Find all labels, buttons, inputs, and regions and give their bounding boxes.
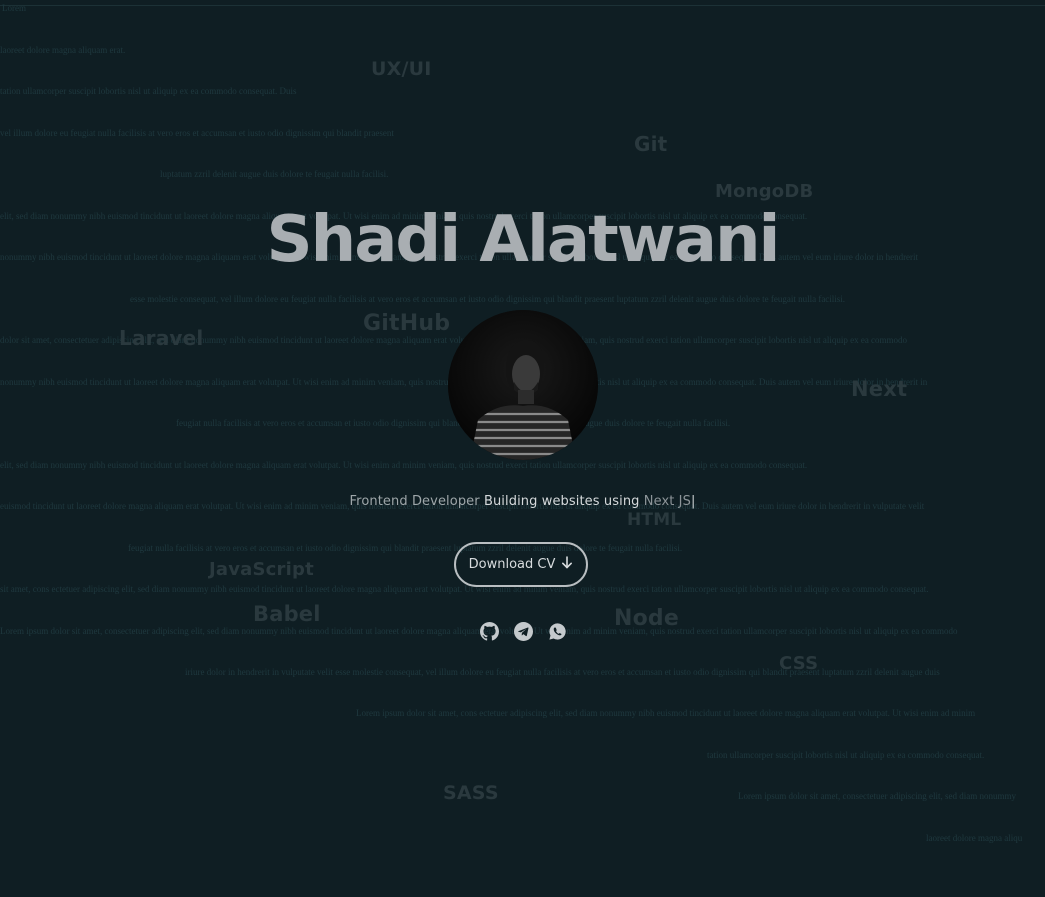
bg-lorem-line: feugiat nulla facilisis at vero eros et … xyxy=(176,418,731,428)
tech-word-css: CSS xyxy=(779,653,819,674)
github-icon[interactable] xyxy=(479,621,499,641)
tagline-typed-tech: Next JS xyxy=(643,494,691,509)
bg-lorem-line: laoreet dolore magna aliqu xyxy=(926,833,1023,843)
typing-cursor: | xyxy=(690,494,696,509)
tagline-role: Frontend Developer xyxy=(349,494,480,509)
telegram-icon[interactable] xyxy=(513,621,533,641)
bg-lorem-line: esse molestie consequat, vel illum dolor… xyxy=(130,294,846,304)
bg-lorem-line: vel illum dolore eu feugiat nulla facili… xyxy=(0,128,394,138)
bg-lorem-line: feugiat nulla facilisis at vero eros et … xyxy=(128,543,683,553)
hero-name: Shadi Alatwani xyxy=(266,203,781,277)
bg-lorem-line: iriure dolor in hendrerit in vulputate v… xyxy=(185,667,940,677)
tech-word-sass: SASS xyxy=(443,782,499,804)
bg-lorem-line: tation ullamcorper suscipit lobortis nis… xyxy=(0,86,297,96)
tech-word-next: Next xyxy=(851,377,908,401)
tech-word-laravel: Laravel xyxy=(119,326,204,350)
hero-tagline: Frontend Developer Building websites usi… xyxy=(0,494,1045,509)
bg-lorem-line: Lorem xyxy=(2,3,26,13)
tech-word-babel: Babel xyxy=(253,602,321,626)
tech-word-node: Node xyxy=(614,606,679,631)
whatsapp-icon[interactable] xyxy=(547,621,567,641)
bg-lorem-line: elit, sed diam nonummy nibh euismod tinc… xyxy=(0,460,808,470)
tech-word-html: HTML xyxy=(627,510,682,530)
tech-word-javascript: JavaScript xyxy=(209,559,314,580)
top-divider xyxy=(0,5,1045,6)
bg-lorem-line: luptatum zzril delenit augue duis dolore… xyxy=(160,169,389,179)
bg-lorem-line: sit amet, cons ectetuer adipiscing elit,… xyxy=(0,584,929,594)
arrow-down-icon xyxy=(561,556,573,573)
tech-word-mongodb: MongoDB xyxy=(715,181,814,202)
tech-word-uxui: UX/UI xyxy=(371,58,432,80)
bg-lorem-line: laoreet dolore magna aliquam erat. xyxy=(0,45,126,55)
bg-lorem-line: tation ullamcorper suscipit lobortis nis… xyxy=(707,750,985,760)
bg-lorem-line: Lorem ipsum dolor sit amet, consectetuer… xyxy=(738,791,1016,801)
tagline-main: Building websites using xyxy=(483,494,640,509)
tech-word-git: Git xyxy=(634,132,668,156)
download-cv-label: Download CV xyxy=(468,557,556,572)
download-cv-button[interactable]: Download CV xyxy=(454,542,588,587)
bg-lorem-line: Lorem ipsum dolor sit amet, cons ectetue… xyxy=(356,708,976,718)
tech-word-github: GitHub xyxy=(363,311,451,336)
social-links xyxy=(479,621,567,641)
avatar xyxy=(448,310,598,460)
